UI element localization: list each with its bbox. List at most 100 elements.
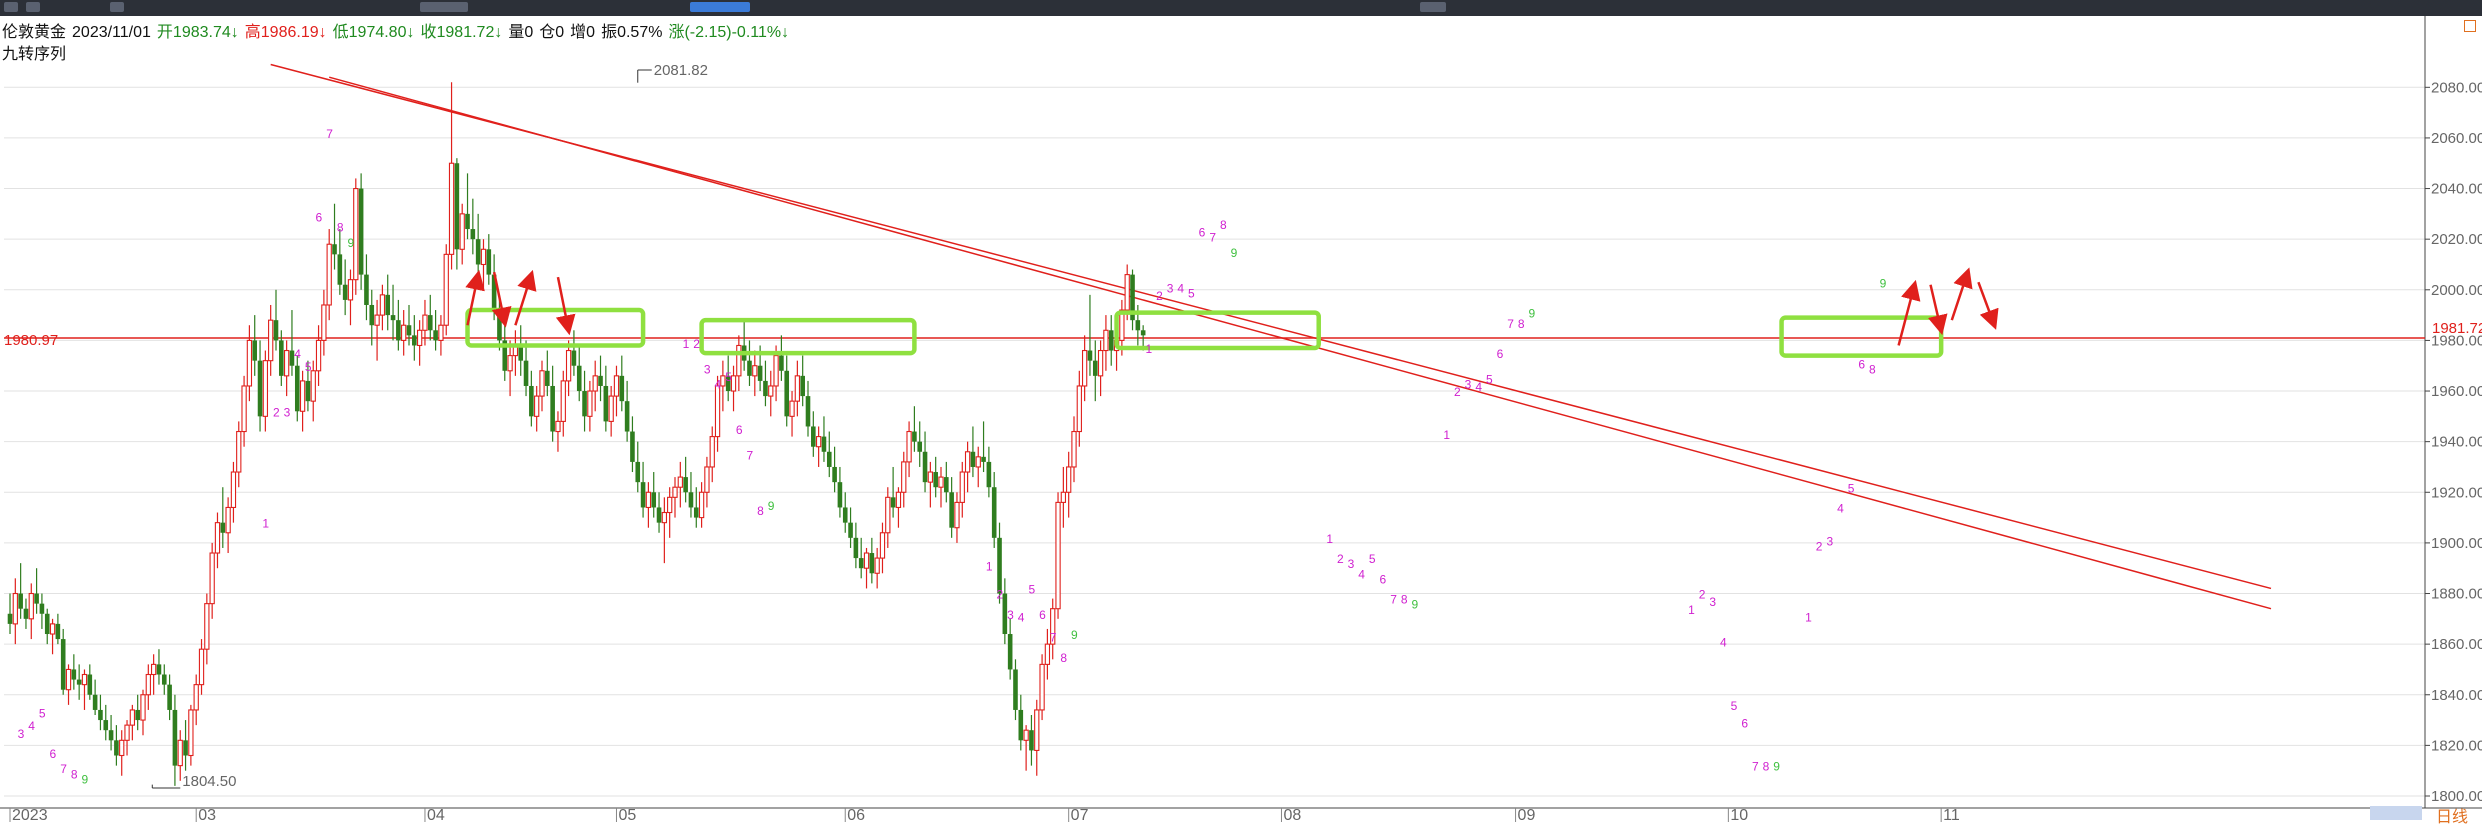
candle-body <box>225 506 231 534</box>
sequence-count: 9 <box>1411 598 1418 612</box>
candle-body <box>358 188 364 275</box>
sequence-count: 4 <box>28 719 35 733</box>
candle-body <box>959 471 965 503</box>
candle-body <box>853 537 859 559</box>
candle-body <box>949 492 954 528</box>
candle-body <box>981 456 986 462</box>
candle-body <box>39 603 45 614</box>
sequence-count: 4 <box>1475 380 1482 394</box>
sequence-count: 2 <box>1816 539 1823 553</box>
candle-body <box>103 720 109 731</box>
direction-arrow <box>465 269 485 326</box>
sequence-count: 5 <box>1848 481 1855 495</box>
sequence-count: 3 <box>1826 534 1833 548</box>
sequence-count: 8 <box>71 767 78 781</box>
candle-body <box>252 340 258 361</box>
candlestick-chart[interactable]: 1800.001820.001840.001860.001880.001900.… <box>0 0 2482 828</box>
candle-body <box>922 451 928 483</box>
y-axis: 1800.001820.001840.001860.001880.001900.… <box>2424 16 2482 808</box>
candle-body <box>815 436 822 448</box>
candle-body <box>608 395 614 422</box>
candle-body <box>667 496 673 514</box>
candle-body <box>427 315 433 331</box>
candle-body <box>975 456 981 468</box>
candles <box>7 82 1146 786</box>
candle-body <box>630 431 635 462</box>
sequence-count: 5 <box>39 707 46 721</box>
candle-body <box>736 344 742 377</box>
candle-body <box>87 674 93 695</box>
sequence-count: 2 <box>1156 289 1163 303</box>
candle-body <box>18 593 23 609</box>
sequence-count: 3 <box>1007 608 1014 622</box>
sequence-count: 6 <box>316 210 323 224</box>
candle-body <box>869 553 875 574</box>
candle-body <box>565 349 572 382</box>
candle-body <box>129 709 136 726</box>
sequence-count: 6 <box>50 747 57 761</box>
candle-body <box>874 557 880 574</box>
candle-body <box>156 664 162 675</box>
candle-body <box>114 740 119 756</box>
candle-body <box>299 380 306 412</box>
candle-body <box>81 673 88 686</box>
sequence-count: 1 <box>1443 428 1450 442</box>
y-tick-label: 1840.00 <box>2431 687 2482 704</box>
candle-body <box>161 674 167 685</box>
candle-body <box>193 684 199 711</box>
candle-body <box>332 244 337 255</box>
candle-body <box>879 532 886 559</box>
sequence-count: 3 <box>18 727 25 741</box>
candle-body <box>1066 466 1072 493</box>
sequence-count: 1 <box>986 560 993 574</box>
nine-turn-sequence: 34567 8 912 34567891 2345678 9123 456789123 4 56… <box>18 127 1887 786</box>
candle-body <box>273 320 279 341</box>
high-annotation: 2081.82 <box>654 62 708 79</box>
sequence-count: 3 <box>1348 557 1355 571</box>
sequence-count: 8 <box>1401 593 1408 607</box>
low-annotation: 1804.50 <box>182 773 236 790</box>
scroll-thumb[interactable] <box>2370 806 2422 820</box>
candle-body <box>135 709 140 721</box>
candle-body <box>800 375 805 397</box>
sequence-count: 7 <box>1209 231 1216 245</box>
candle-body <box>353 188 359 281</box>
candle-body <box>443 253 449 326</box>
candle-body <box>475 239 481 265</box>
sequence-count: 1 <box>1688 603 1695 617</box>
candle-body <box>986 461 992 488</box>
candle-body <box>145 673 151 696</box>
candle-body <box>1140 330 1146 336</box>
candle-body <box>480 248 487 266</box>
candle-body <box>635 461 641 483</box>
sequence-count: 9 <box>1773 760 1780 774</box>
candle-body <box>688 492 694 508</box>
candle-body <box>917 441 923 452</box>
candle-body <box>1029 730 1034 751</box>
sequence-count: 6 <box>736 423 743 437</box>
sequence-count: 3 <box>1709 595 1716 609</box>
candle-body <box>826 451 832 467</box>
candle-body <box>1055 501 1061 610</box>
candle-body <box>752 365 758 377</box>
period-label[interactable]: 日线 <box>2436 803 2468 827</box>
candle-body <box>198 648 205 686</box>
candle-body <box>459 213 465 250</box>
candle-body <box>991 487 997 538</box>
sequence-count: 1 <box>1326 532 1333 546</box>
x-tick-label: 09 <box>1518 807 1536 824</box>
price-annotations: 2081.82 1804.50 <box>151 62 708 790</box>
sequence-count: 6 <box>1039 608 1046 622</box>
candle-body <box>944 477 949 493</box>
sequence-count: 5 <box>1731 699 1738 713</box>
candle-body <box>863 552 870 569</box>
candle-body <box>177 739 183 767</box>
sequence-count: 8 <box>757 504 764 518</box>
candle-body <box>964 451 971 473</box>
candle-body <box>895 491 902 509</box>
candle-body <box>347 279 354 301</box>
x-tick-label: 10 <box>1730 807 1748 824</box>
candle-body <box>416 329 423 347</box>
candle-body <box>683 477 688 493</box>
candle-body <box>412 335 417 346</box>
